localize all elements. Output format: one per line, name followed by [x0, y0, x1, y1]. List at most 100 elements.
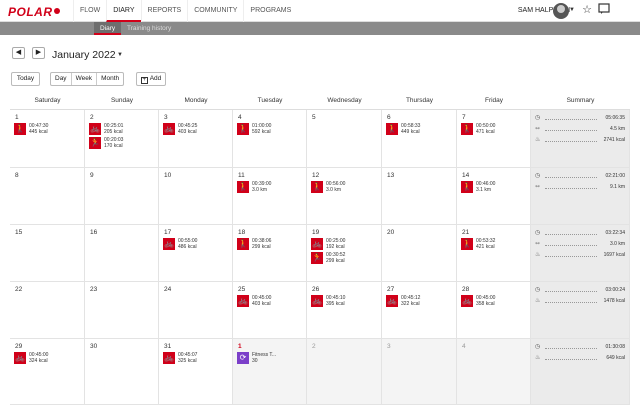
exercise-metric: 325 kcal: [178, 358, 197, 364]
tab-training-history[interactable]: Training history: [121, 22, 177, 35]
exercise-entry[interactable]: 🏃 00:20:03 170 kcal: [89, 137, 123, 149]
exercise-entry[interactable]: 🚶 01:00:00 592 kcal: [237, 123, 271, 135]
view-day-button[interactable]: Day: [51, 73, 72, 85]
exercise-entry[interactable]: 🚲 00:45:07 325 kcal: [163, 352, 197, 364]
star-icon[interactable]: ☆: [580, 3, 594, 17]
day-cell[interactable]: 22: [10, 282, 85, 339]
day-cell[interactable]: 5: [307, 110, 382, 168]
day-cell[interactable]: 18 🚶 00:38:06 299 kcal: [233, 225, 307, 282]
day-number: 7: [462, 114, 466, 121]
day-cell[interactable]: 1 🚶 00:47:30 445 kcal: [10, 110, 85, 168]
exercise-entry[interactable]: 🚶 00:50:00 471 kcal: [461, 123, 495, 135]
distance-icon: ⇿: [535, 241, 541, 247]
exercise-entry[interactable]: 🚲 00:45:00 403 kcal: [237, 295, 271, 307]
walking-icon: 🚶: [461, 238, 473, 250]
user-menu-caret-icon[interactable]: ▼: [569, 7, 575, 13]
chevron-down-icon[interactable]: ▼: [117, 52, 123, 58]
exercise-entry[interactable]: 🚶 00:39:00 3.0 km: [237, 181, 271, 193]
exercise-entry[interactable]: ⟳ Fitness T... 30: [237, 352, 276, 364]
day-cell[interactable]: 3: [382, 339, 457, 405]
exercise-entry[interactable]: 🚶 00:58:33 449 kcal: [386, 123, 420, 135]
exercise-entry[interactable]: 🚶 00:47:30 445 kcal: [14, 123, 48, 135]
day-cell[interactable]: 25 🚲 00:45:00 403 kcal: [233, 282, 307, 339]
exercise-entry[interactable]: 🚶 00:46:00 3.1 km: [461, 181, 495, 193]
message-icon[interactable]: [597, 3, 611, 17]
day-cell[interactable]: 4 🚶 01:00:00 592 kcal: [233, 110, 307, 168]
nav-programs[interactable]: PROGRAMS: [243, 0, 297, 22]
exercise-entry[interactable]: 🚲 00:25:00 192 kcal: [311, 238, 345, 250]
day-cell[interactable]: 14 🚶 00:46:00 3.1 km: [457, 168, 531, 225]
day-number: 13: [387, 172, 395, 179]
day-cell[interactable]: 10: [159, 168, 233, 225]
day-cell[interactable]: 16: [85, 225, 159, 282]
exercise-entry[interactable]: 🚲 00:25:01 205 kcal: [89, 123, 123, 135]
day-cell[interactable]: 19 🚲 00:25:00 192 kcal 🏃 00:30:52 299 kcal: [307, 225, 382, 282]
exercise-metric: 3.0 km: [326, 187, 342, 193]
day-number: 31: [164, 343, 172, 350]
day-cell[interactable]: 13: [382, 168, 457, 225]
nav-diary[interactable]: DIARY: [106, 0, 141, 22]
day-cell[interactable]: 24: [159, 282, 233, 339]
distance-icon: ⇿: [535, 184, 541, 190]
view-week-button[interactable]: Week: [72, 73, 98, 85]
today-button[interactable]: Today: [11, 72, 40, 86]
summary-row: ◷ 03:00:24: [535, 286, 625, 294]
nav-community[interactable]: COMMUNITY: [187, 0, 243, 22]
prev-month-button[interactable]: ◀: [12, 47, 25, 59]
stopwatch-icon: ◷: [535, 230, 541, 236]
day-cell[interactable]: 28 🚲 00:45:00 358 kcal: [457, 282, 531, 339]
tab-diary[interactable]: Diary: [94, 22, 122, 35]
day-cell[interactable]: 6 🚶 00:58:33 449 kcal: [382, 110, 457, 168]
avatar[interactable]: [553, 3, 569, 19]
exercise-entry[interactable]: 🚲 00:45:00 324 kcal: [14, 352, 48, 364]
day-cell[interactable]: 3 🚲 00:45:25 403 kcal: [159, 110, 233, 168]
exercise-entry[interactable]: 🚶 00:56:00 3.0 km: [311, 181, 345, 193]
day-cell[interactable]: 11 🚶 00:39:00 3.0 km: [233, 168, 307, 225]
day-cell[interactable]: 31 🚲 00:45:07 325 kcal: [159, 339, 233, 405]
dotted-leader: [545, 177, 597, 178]
day-cell[interactable]: 1 ⟳ Fitness T... 30: [233, 339, 307, 405]
day-cell[interactable]: 30: [85, 339, 159, 405]
exercise-entry[interactable]: 🚲 00:45:12 322 kcal: [386, 295, 420, 307]
cycling-icon: 🚲: [311, 238, 323, 250]
day-cell[interactable]: 8: [10, 168, 85, 225]
exercise-entry[interactable]: 🚲 00:45:10 395 kcal: [311, 295, 345, 307]
add-button[interactable]: + Add: [136, 72, 166, 86]
nav-reports[interactable]: REPORTS: [140, 0, 188, 22]
weekday-header: Monday: [184, 97, 208, 104]
nav-flow[interactable]: FLOW: [73, 0, 106, 22]
day-cell[interactable]: 12 🚶 00:56:00 3.0 km: [307, 168, 382, 225]
exercise-entry[interactable]: 🏃 00:30:52 299 kcal: [311, 252, 345, 264]
exercise-metric: 299 kcal: [326, 258, 345, 264]
day-cell[interactable]: 2 🚲 00:25:01 205 kcal 🏃 00:20:03 170 kcal: [85, 110, 159, 168]
exercise-metric: 486 kcal: [178, 244, 197, 250]
view-month-button[interactable]: Month: [97, 73, 123, 85]
day-cell[interactable]: 9: [85, 168, 159, 225]
day-cell[interactable]: 4: [457, 339, 531, 405]
day-cell[interactable]: 15: [10, 225, 85, 282]
exercise-entry[interactable]: 🚲 00:55:00 486 kcal: [163, 238, 197, 250]
plus-icon: +: [140, 77, 148, 84]
exercise-metric: 192 kcal: [326, 244, 345, 250]
polar-logo[interactable]: POLAR: [8, 5, 60, 19]
day-cell[interactable]: 27 🚲 00:45:12 322 kcal: [382, 282, 457, 339]
day-cell[interactable]: 7 🚶 00:50:00 471 kcal: [457, 110, 531, 168]
month-title[interactable]: January 2022: [52, 49, 116, 61]
summary-value: 3.0 km: [609, 241, 625, 247]
dotted-leader: [545, 302, 597, 303]
day-cell[interactable]: 26 🚲 00:45:10 395 kcal: [307, 282, 382, 339]
exercise-entry[interactable]: 🚶 00:53:32 421 kcal: [461, 238, 495, 250]
weekday-header: Tuesday: [257, 97, 283, 104]
exercise-entry[interactable]: 🚲 00:45:25 403 kcal: [163, 123, 197, 135]
day-number: 24: [164, 286, 172, 293]
next-month-button[interactable]: ▶: [32, 47, 45, 59]
day-cell[interactable]: 29 🚲 00:45:00 324 kcal: [10, 339, 85, 405]
day-cell[interactable]: 17 🚲 00:55:00 486 kcal: [159, 225, 233, 282]
day-cell[interactable]: 2: [307, 339, 382, 405]
day-cell[interactable]: 23: [85, 282, 159, 339]
exercise-entry[interactable]: 🚲 00:45:00 358 kcal: [461, 295, 495, 307]
exercise-entry[interactable]: 🚶 00:38:06 299 kcal: [237, 238, 271, 250]
day-cell[interactable]: 21 🚶 00:53:32 421 kcal: [457, 225, 531, 282]
summary-value: 1478 kcal: [603, 298, 625, 304]
day-cell[interactable]: 20: [382, 225, 457, 282]
